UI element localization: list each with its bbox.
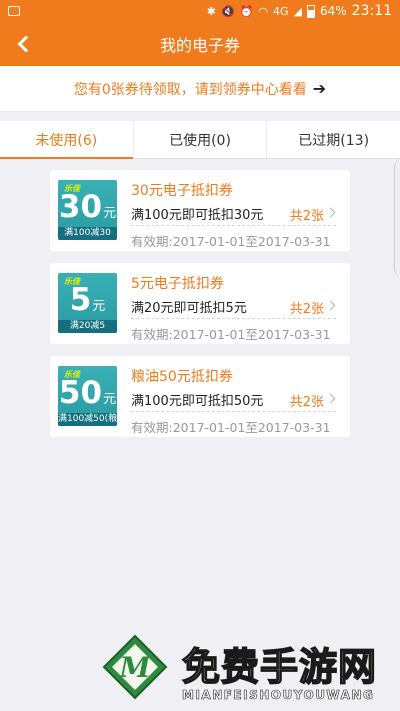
coupon-badge: 乐佳 30元 满100减30 (58, 180, 117, 240)
chevron-right-icon (325, 207, 336, 218)
watermark-title: 免费手游网 (181, 644, 378, 690)
coupon-title: 30元电子抵扣券 (131, 183, 233, 199)
coupon-count: 共2张 (289, 302, 324, 317)
watermark-subtitle: MIANFEISHOUYOUWANG (182, 688, 375, 703)
coupon-count: 共2张 (289, 209, 324, 224)
chevron-right-icon (325, 300, 336, 311)
coupon-condition: 满20元即可抵扣5元 (131, 301, 247, 316)
status-bar: ✱ 🔇 ⏰ ◠ 4G ◢ 64% 23:11 (0, 0, 400, 22)
badge-amount: 50 (58, 375, 103, 411)
coupon-title: 粮油50元抵扣券 (131, 369, 233, 385)
battery-icon (306, 4, 315, 18)
coupon-badge: 乐佳 50元 满100减50(粮油 (58, 366, 117, 426)
bluetooth-icon: ✱ (206, 4, 216, 18)
coupon-card[interactable]: 乐佳 5元 满20减5 5元电子抵扣券 满20元即可抵扣5元 共2张 有效期:2… (50, 263, 350, 344)
coupon-condition: 满100元即可抵扣30元 (131, 208, 264, 223)
signal-icon: ◢ (293, 4, 302, 18)
network-type: 4G (272, 4, 289, 18)
coupon-condition: 满100元即可抵扣50元 (131, 394, 264, 409)
badge-amount: 30 (58, 189, 103, 225)
watermark-logo-icon: M (102, 634, 168, 700)
coupon-list: 乐佳 30元 满100减30 30元电子抵扣券 满100元即可抵扣30元 共2张… (0, 159, 400, 437)
watermark-logo-letter: M (119, 651, 152, 684)
nav-bar: 我的电子券 (0, 22, 400, 66)
badge-unit: 元 (103, 206, 117, 221)
coupon-card[interactable]: 乐佳 50元 满100减50(粮油 粮油50元抵扣券 满100元即可抵扣50元 … (50, 356, 350, 437)
tab-expired[interactable]: 已过期(13) (267, 121, 400, 158)
back-chevron-icon (17, 35, 35, 53)
clock: 23:11 (351, 3, 392, 19)
back-button[interactable] (8, 28, 40, 60)
badge-rule: 满20减5 (58, 320, 117, 333)
coupon-validity: 有效期:2017-01-01至2017-03-31 (131, 234, 331, 249)
dashed-divider (131, 225, 336, 226)
notice-text: 您有0张券待领取，请到领券中心看看 (73, 81, 307, 98)
edge-panel-handle[interactable] (394, 158, 400, 278)
coupon-card[interactable]: 乐佳 30元 满100减30 30元电子抵扣券 满100元即可抵扣30元 共2张… (50, 170, 350, 251)
battery-level: 64% (319, 4, 347, 18)
coupon-badge: 乐佳 5元 满20减5 (58, 273, 117, 333)
coupon-count: 共2张 (289, 395, 324, 410)
coupon-center-link[interactable]: 您有0张券待领取，请到领券中心看看 ➔ (0, 66, 400, 112)
coupon-title: 5元电子抵扣券 (131, 276, 224, 292)
tab-used[interactable]: 已使用(0) (134, 121, 268, 158)
site-watermark: M 免费手游网 MIANFEISHOUYOUWANG (102, 634, 398, 710)
dashed-divider (131, 318, 336, 319)
arrow-right-icon: ➔ (312, 79, 327, 98)
coupon-validity: 有效期:2017-01-01至2017-03-31 (131, 327, 331, 342)
chevron-right-icon (325, 393, 336, 404)
alarm-icon: ⏰ (239, 4, 254, 18)
coupon-validity: 有效期:2017-01-01至2017-03-31 (131, 420, 331, 435)
mute-icon: 🔇 (220, 4, 235, 18)
coupon-tabs: 未使用(6) 已使用(0) 已过期(13) (0, 121, 400, 159)
badge-rule: 满100减30 (58, 227, 117, 240)
image-notification-icon (8, 6, 20, 16)
badge-unit: 元 (103, 392, 117, 407)
badge-amount: 5 (69, 282, 92, 318)
badge-unit: 元 (92, 299, 106, 314)
dashed-divider (131, 411, 336, 412)
page-title: 我的电子券 (159, 36, 240, 55)
tab-unused[interactable]: 未使用(6) (0, 121, 134, 159)
badge-rule: 满100减50(粮油 (58, 413, 117, 426)
wifi-icon: ◠ (258, 4, 268, 18)
